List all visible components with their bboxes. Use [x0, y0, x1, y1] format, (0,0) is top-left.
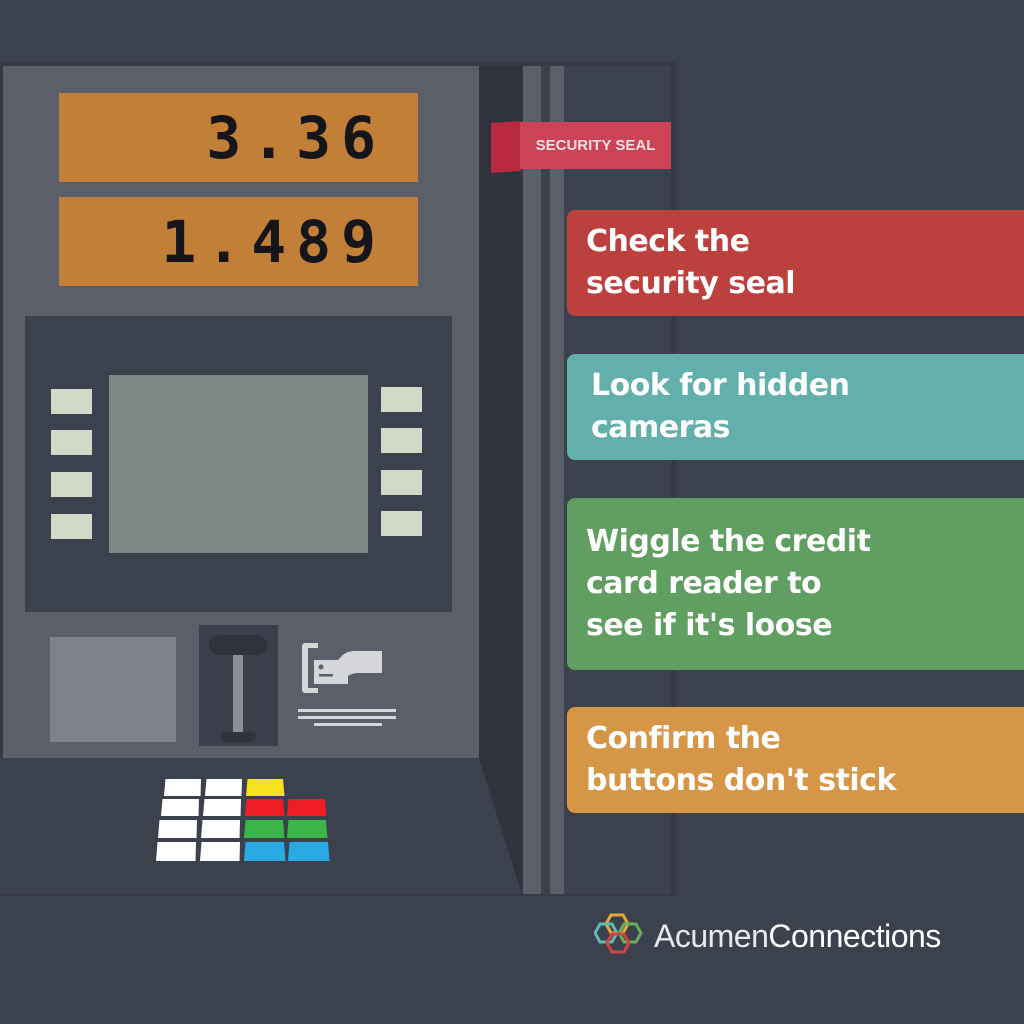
card-reader[interactable] [199, 625, 278, 746]
keypad-key-white[interactable] [164, 779, 201, 796]
atm-screen[interactable] [109, 375, 368, 553]
keypad-key-white[interactable] [158, 820, 197, 838]
keypad-key-red[interactable] [245, 799, 285, 816]
keypad-key-white[interactable] [203, 799, 241, 816]
security-seal-label: SECURITY SEAL [520, 122, 671, 169]
keypad-key-red[interactable] [287, 799, 327, 816]
keypad-key-white[interactable] [161, 799, 199, 816]
receipt-slot [50, 637, 176, 742]
keypad-key-blue[interactable] [244, 842, 286, 861]
tip-confirm-buttons: Confirm the buttons don't stick [567, 707, 1024, 813]
tip-look-for-hidden-cameras: Look for hidden cameras [567, 354, 1024, 460]
keypad-key-white[interactable] [205, 779, 242, 796]
brand-name-part1: Acumen [654, 917, 769, 954]
price-display-per-gallon: 1.489 [59, 197, 418, 286]
keypad-shelf [0, 758, 522, 894]
tip-check-security-seal: Check the security seal [567, 210, 1024, 316]
screen-side-button-left-2[interactable] [51, 430, 92, 455]
brand-name-part2: Connections [768, 917, 941, 954]
keypad-key-green[interactable] [244, 820, 285, 838]
hexagon-logo-icon [594, 913, 643, 954]
keypad-key-white[interactable] [156, 842, 196, 861]
security-seal-fold [491, 120, 521, 174]
screen-side-button-left-1[interactable] [51, 389, 92, 414]
brand-name: AcumenConnections [654, 918, 941, 955]
card-reader-icon [209, 635, 267, 742]
card-insert-icon [298, 643, 396, 726]
screen-side-button-right-1[interactable] [381, 387, 422, 412]
atm-rail [550, 66, 564, 894]
atm-rail [523, 66, 541, 894]
screen-side-button-right-3[interactable] [381, 470, 422, 495]
price-display-total: 3.36 [59, 93, 418, 182]
brand-logo[interactable]: AcumenConnections [594, 912, 941, 960]
screen-side-button-right-2[interactable] [381, 428, 422, 453]
keypad-key-white[interactable] [201, 820, 240, 838]
atm-rail-gap [541, 66, 550, 894]
screen-side-button-left-4[interactable] [51, 514, 92, 539]
keypad-key-yellow[interactable] [246, 779, 285, 796]
screen-side-button-left-3[interactable] [51, 472, 92, 497]
screen-side-button-right-4[interactable] [381, 511, 422, 536]
keypad-key-green[interactable] [287, 820, 328, 838]
keypad-key-white[interactable] [200, 842, 240, 861]
keypad-key-blue[interactable] [288, 842, 330, 861]
tip-wiggle-card-reader: Wiggle the credit card reader to see if … [567, 498, 1024, 670]
